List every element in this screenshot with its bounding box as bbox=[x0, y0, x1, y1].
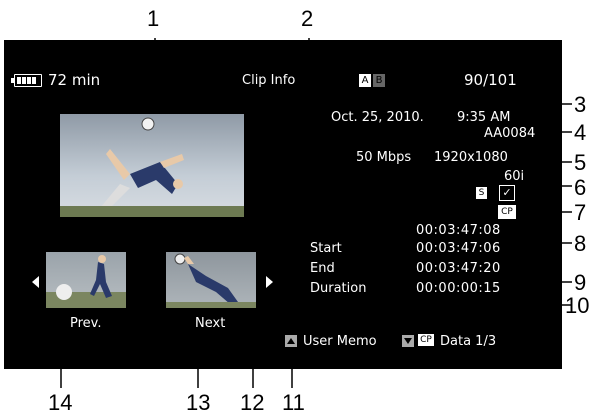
start-timecode: 00:03:47:06 bbox=[416, 241, 501, 256]
callout-12: 12 bbox=[240, 390, 265, 415]
s-mark-icon: S bbox=[476, 187, 487, 199]
prev-clip-thumbnail[interactable] bbox=[46, 252, 126, 308]
callout-5: 5 bbox=[574, 150, 587, 175]
callout-10: 10 bbox=[565, 293, 590, 318]
duration-label: Duration bbox=[310, 281, 367, 296]
screen-title: Clip Info bbox=[242, 73, 296, 88]
clip-info-screen: 72 min Clip Info A B 90/101 Oct. 25, 201… bbox=[4, 40, 562, 369]
slot-b-icon: B bbox=[373, 74, 385, 87]
prev-label[interactable]: Prev. bbox=[70, 316, 101, 331]
main-clip-thumbnail bbox=[60, 114, 244, 217]
cp-mark-icon: CP bbox=[498, 205, 516, 219]
callout-3: 3 bbox=[574, 92, 587, 117]
prev-clip-image bbox=[46, 255, 126, 308]
callout-2: 2 bbox=[301, 6, 314, 31]
callout-8: 8 bbox=[574, 231, 587, 256]
footer-cp-icon: CP bbox=[418, 334, 434, 346]
end-timecode: 00:03:47:20 bbox=[416, 261, 501, 276]
callout-1: 1 bbox=[147, 6, 160, 31]
callout-7: 7 bbox=[574, 200, 587, 225]
up-button-icon bbox=[285, 335, 297, 347]
next-label[interactable]: Next bbox=[195, 316, 225, 331]
duration-timecode: 00:00:00:15 bbox=[416, 281, 501, 296]
frame-rate: 60i bbox=[504, 169, 525, 184]
next-arrow-icon[interactable] bbox=[266, 276, 273, 288]
callout-6: 6 bbox=[574, 175, 587, 200]
battery-time: 72 min bbox=[48, 71, 101, 89]
next-clip-image bbox=[166, 253, 256, 308]
recording-time: 9:35 AM bbox=[457, 110, 511, 125]
next-clip-thumbnail[interactable] bbox=[166, 252, 256, 308]
start-label: Start bbox=[310, 241, 342, 256]
callout-14: 14 bbox=[48, 390, 73, 415]
callout-4: 4 bbox=[574, 120, 587, 145]
battery-icon bbox=[11, 74, 42, 87]
data-page-label: Data 1/3 bbox=[440, 334, 497, 349]
callout-13: 13 bbox=[186, 390, 211, 415]
end-label: End bbox=[310, 261, 335, 276]
current-timecode: 00:03:47:08 bbox=[416, 223, 501, 238]
recording-date: Oct. 25, 2010. bbox=[331, 110, 424, 125]
resolution: 1920x1080 bbox=[434, 150, 508, 165]
slot-a-icon: A bbox=[359, 74, 371, 87]
user-memo-label: User Memo bbox=[303, 334, 377, 349]
callout-11: 11 bbox=[282, 390, 305, 415]
ok-mark-icon: ✓ bbox=[499, 185, 515, 201]
prev-arrow-icon[interactable] bbox=[32, 276, 39, 288]
bitrate: 50 Mbps bbox=[356, 150, 412, 165]
soccer-player-image bbox=[60, 117, 244, 217]
clip-counter: 90/101 bbox=[464, 71, 517, 89]
down-button-icon bbox=[402, 335, 414, 347]
clip-name: AA0084 bbox=[484, 126, 536, 141]
